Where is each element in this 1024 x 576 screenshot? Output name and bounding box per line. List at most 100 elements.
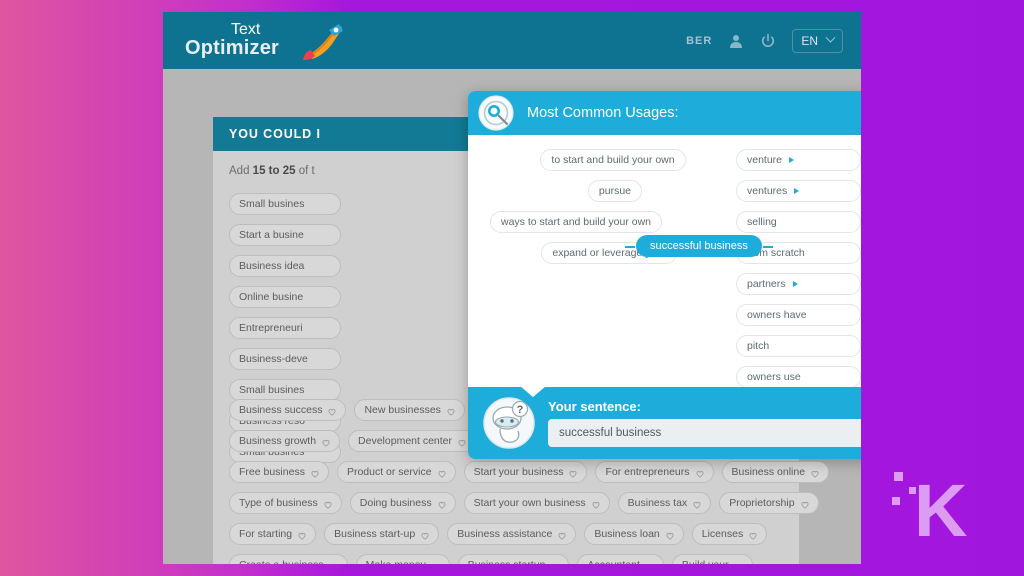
expand-arrow-icon[interactable] (792, 281, 798, 287)
keyword-pill[interactable]: Make money (355, 554, 450, 564)
phrase-pill[interactable]: venture (736, 149, 861, 171)
phrase-pill[interactable]: ways to start and build your own (490, 211, 662, 233)
heart-icon[interactable] (558, 530, 566, 540)
keyword-pill[interactable]: Start your own business (463, 492, 610, 514)
heart-icon[interactable] (749, 530, 757, 540)
keyword-pill[interactable]: Build your (671, 554, 753, 564)
keyword-pill[interactable]: Development center (348, 430, 477, 452)
heart-icon[interactable] (298, 530, 306, 540)
expand-arrow-icon[interactable] (794, 188, 800, 194)
keyword-label: Business tax (627, 497, 688, 509)
heart-icon[interactable] (324, 499, 332, 509)
phrase-pill[interactable]: ventures (736, 180, 861, 202)
heart-icon[interactable] (432, 561, 440, 564)
keyword-pill[interactable]: Business assistance (447, 523, 577, 545)
heart-icon[interactable] (421, 530, 429, 540)
heart-icon[interactable] (551, 561, 559, 564)
keyword-pill[interactable]: Online busine (229, 286, 341, 308)
keyword-pill[interactable]: Entrepreneuri (229, 317, 341, 339)
heart-icon[interactable] (330, 561, 338, 564)
keyword-label: Development center (358, 435, 453, 447)
keyword-pill[interactable]: New businesses (354, 399, 465, 421)
keyword-pill[interactable]: Free business (229, 461, 329, 483)
keyword-label: Doing business (359, 497, 432, 509)
phrase-pill[interactable]: owners have (736, 304, 861, 326)
chevron-down-icon (825, 32, 836, 43)
keyword-pill[interactable]: Business idea (229, 255, 341, 277)
member-link[interactable]: BER (686, 35, 712, 47)
phrase-pill[interactable]: to start and build your own (540, 149, 686, 171)
keyword-pill[interactable]: Small busines (229, 193, 341, 215)
heart-icon[interactable] (447, 406, 455, 416)
power-icon[interactable] (760, 33, 776, 49)
keyword-pill[interactable]: Start a busine (229, 224, 341, 246)
keyword-pill[interactable]: Business success (229, 399, 347, 421)
keyword-label: Business assistance (457, 528, 553, 540)
right-phrase-column: venture ventures selling from scratch partne… (736, 149, 861, 387)
language-selector[interactable]: EN (792, 28, 843, 53)
keyword-pill[interactable]: Business online (721, 461, 830, 483)
keyword-pill[interactable]: Business startup (457, 554, 570, 564)
heart-icon[interactable] (328, 406, 336, 416)
heart-icon[interactable] (311, 468, 319, 478)
heart-icon[interactable] (438, 499, 446, 509)
heart-icon[interactable] (458, 437, 466, 447)
logo-text-bottom: Optimizer (185, 36, 280, 59)
keyword-pill[interactable]: For entrepreneurs (595, 461, 714, 483)
hint-bold: 15 to 25 (252, 165, 296, 177)
keyword-pill[interactable]: Create a business (229, 554, 348, 564)
phrase-pill[interactable]: partners (736, 273, 861, 295)
connector-left (625, 246, 635, 248)
watermark-pixel (892, 497, 900, 505)
heart-icon[interactable] (646, 561, 654, 564)
keyword-label: Business startup (468, 558, 546, 564)
keyword-pill[interactable]: Start your business (463, 461, 588, 483)
phrase-label: selling (747, 216, 777, 228)
heart-icon[interactable] (811, 468, 819, 478)
heart-icon[interactable] (592, 499, 600, 509)
heart-icon[interactable] (693, 499, 701, 509)
keyword-label: For starting (239, 528, 293, 540)
heart-icon[interactable] (438, 468, 446, 478)
keyword-pill[interactable]: Business start-up (324, 523, 440, 545)
keyword-pill[interactable]: Accountant (577, 554, 664, 564)
heart-icon[interactable] (696, 468, 704, 478)
keyword-pill[interactable]: Business-deve (229, 348, 341, 370)
keyword-label: Business growth (239, 435, 317, 447)
person-icon[interactable] (728, 33, 744, 49)
keyword-pill[interactable]: Business tax (617, 492, 712, 514)
keyword-label: Business success (239, 404, 323, 416)
center-term-pill[interactable]: successful business (625, 235, 773, 257)
sentence-fields: Your sentence: successful business (548, 399, 861, 447)
keyword-label: Business start-up (334, 528, 416, 540)
heart-icon[interactable] (735, 561, 743, 564)
phrase-row: selling (736, 211, 861, 233)
heart-icon[interactable] (569, 468, 577, 478)
keyword-pill[interactable]: Business growth (229, 430, 341, 452)
keyword-row: Free business Product or service Start you… (229, 461, 830, 483)
phrase-pill[interactable]: selling (736, 211, 861, 233)
phrase-label: owners use (747, 371, 801, 383)
keyword-pill[interactable]: For starting (229, 523, 317, 545)
heart-icon[interactable] (322, 437, 330, 447)
phrase-pill[interactable]: pursue (587, 180, 642, 202)
keyword-pill[interactable]: Proprietorship (719, 492, 819, 514)
keyword-pill[interactable]: Type of business (229, 492, 342, 514)
heart-icon[interactable] (801, 499, 809, 509)
keyword-pill[interactable]: Licenses (691, 523, 768, 545)
phrase-pill[interactable]: pitch (736, 335, 861, 357)
phrase-pill[interactable]: owners use (736, 366, 861, 387)
svg-text:?: ? (517, 404, 524, 416)
textoptimizer-logo[interactable]: Text Optimizer (185, 20, 345, 62)
keyword-pill[interactable]: Small busines (229, 379, 341, 401)
sentence-input[interactable]: successful business (548, 419, 861, 447)
keyword-label: Accountant (587, 558, 640, 564)
keyword-pill[interactable]: Business loan (584, 523, 684, 545)
keyword-label: Business online (731, 466, 806, 478)
heart-icon[interactable] (666, 530, 674, 540)
page-body: YOU COULD I ? (163, 69, 861, 564)
modal-body: to start and build your own pursue ways to… (468, 135, 861, 387)
expand-arrow-icon[interactable] (789, 157, 795, 163)
keyword-pill[interactable]: Doing business (349, 492, 456, 514)
keyword-pill[interactable]: Product or service (336, 461, 456, 483)
